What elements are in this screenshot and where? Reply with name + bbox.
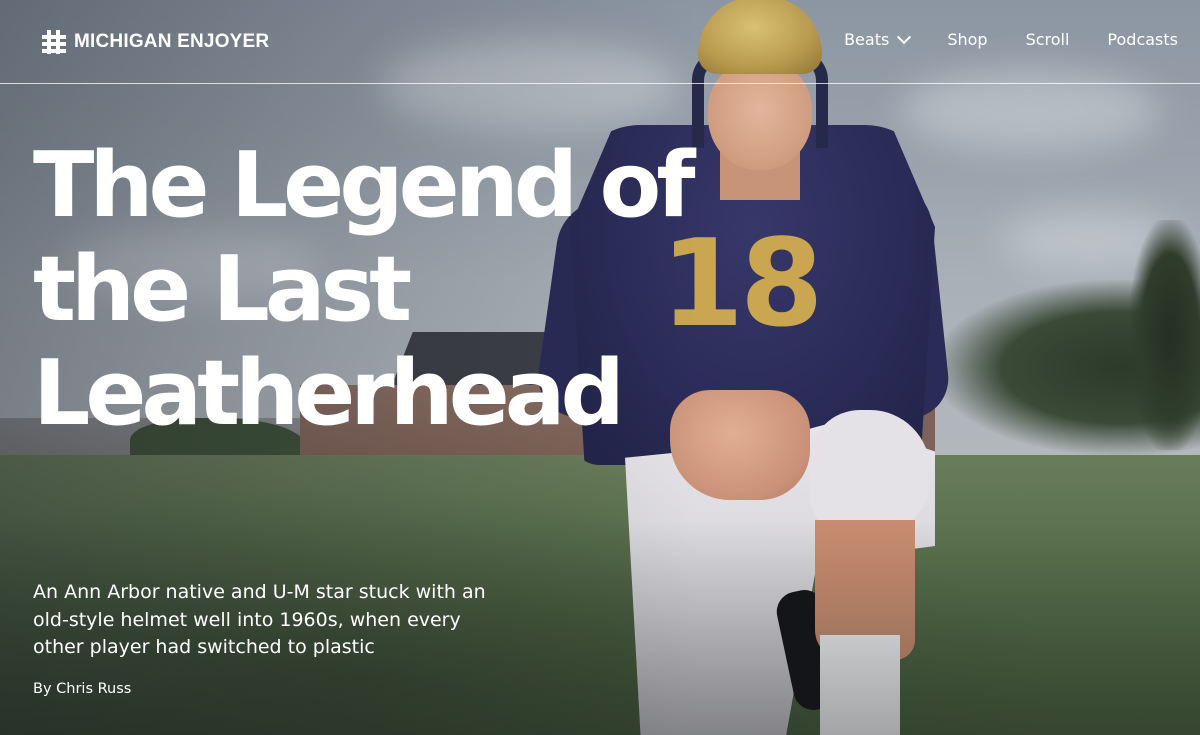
nav-item-label: Shop: [947, 30, 988, 49]
nav-item-scroll[interactable]: Scroll: [1026, 30, 1070, 49]
nav-item-label: Scroll: [1025, 30, 1070, 49]
nav-item-shop[interactable]: Shop: [947, 30, 987, 49]
player-knee: [810, 410, 930, 535]
brand-logo-link[interactable]: MICHIGAN ENJOYER: [42, 29, 269, 55]
nav-item-label: Podcasts: [1107, 30, 1178, 49]
article-byline[interactable]: By Chris Russ: [33, 681, 131, 697]
dek-line: old-style helmet well into 1960s, when e…: [33, 608, 461, 631]
title-line: the Last: [33, 237, 412, 342]
title-line: Leatherhead: [33, 341, 625, 446]
chevron-down-icon: [897, 29, 912, 44]
hero-section: 18 MICHIGAN ENJOYER Beats Shop Scroll Po…: [0, 0, 1200, 735]
nav-item-beats[interactable]: Beats: [844, 29, 912, 49]
dek-line: other player had switched to plastic: [33, 636, 375, 658]
title-line: The Legend of: [33, 133, 696, 238]
nav-item-label: Beats: [844, 30, 890, 49]
background-trees: [1130, 220, 1200, 450]
nav-item-podcasts[interactable]: Podcasts: [1107, 30, 1178, 49]
brand-name: MICHIGAN ENJOYER: [74, 31, 270, 52]
hash-grid-icon: [42, 29, 68, 55]
article-dek: An Ann Arbor native and U-M star stuck w…: [33, 579, 553, 662]
main-nav: Beats Shop Scroll Podcasts: [844, 29, 1178, 49]
dek-line: An Ann Arbor native and U-M star stuck w…: [33, 581, 486, 603]
article-title: The Legend of the Last Leatherhead: [33, 133, 696, 446]
site-header: MICHIGAN ENJOYER Beats Shop Scroll Podca…: [0, 0, 1200, 84]
